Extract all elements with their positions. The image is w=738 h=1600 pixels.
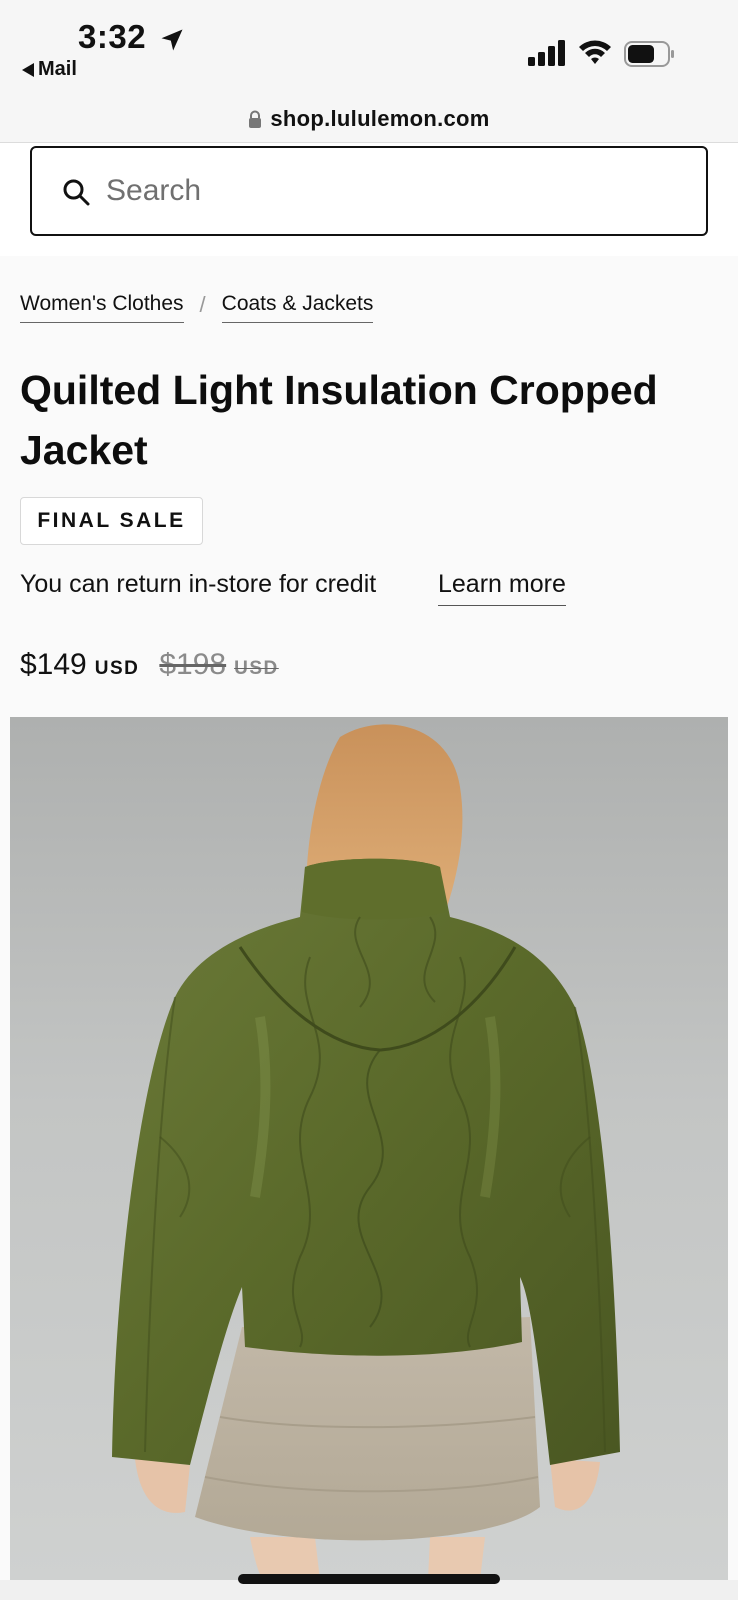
original-price-wrap: $198 USD <box>159 648 278 682</box>
price-row: $149 USD $198 USD <box>20 648 279 682</box>
location-arrow-icon <box>161 29 183 51</box>
search-area <box>0 143 738 256</box>
sale-price-currency: USD <box>94 658 140 679</box>
wifi-icon <box>579 40 611 64</box>
back-to-mail-button[interactable]: Mail <box>22 58 77 81</box>
url-text: shop.lululemon.com <box>270 105 490 131</box>
back-triangle-icon <box>22 62 34 77</box>
search-icon[interactable] <box>62 178 90 206</box>
home-indicator[interactable] <box>238 1574 500 1584</box>
return-policy-text: You can return in-store for credit <box>20 570 377 598</box>
breadcrumb-womens-clothes[interactable]: Women's Clothes <box>20 292 184 323</box>
back-app-label: Mail <box>38 58 77 80</box>
search-box[interactable] <box>30 146 708 236</box>
battery-icon <box>624 41 674 67</box>
jacket-photo-illustration <box>112 724 620 1580</box>
breadcrumb-separator: / <box>199 292 206 317</box>
status-time: 3:32 <box>78 18 147 55</box>
final-sale-badge: FINAL SALE <box>20 497 203 545</box>
sale-price: $149 <box>20 648 87 681</box>
product-title: Quilted Light Insulation Cropped Jacket <box>20 367 658 473</box>
original-price: $198 <box>159 648 227 681</box>
original-price-currency: USD <box>234 658 279 679</box>
search-input[interactable] <box>106 166 666 216</box>
breadcrumb-coats-jackets[interactable]: Coats & Jackets <box>221 292 374 323</box>
product-image[interactable] <box>10 717 728 1580</box>
breadcrumb: Women's Clothes / Coats & Jackets <box>20 292 374 323</box>
learn-more-link[interactable]: Learn more <box>438 570 566 606</box>
lock-icon <box>249 110 262 128</box>
address-bar[interactable]: shop.lululemon.com <box>0 95 738 143</box>
status-bar: 3:32 Mail <box>0 0 738 95</box>
cellular-signal-icon <box>528 40 565 66</box>
